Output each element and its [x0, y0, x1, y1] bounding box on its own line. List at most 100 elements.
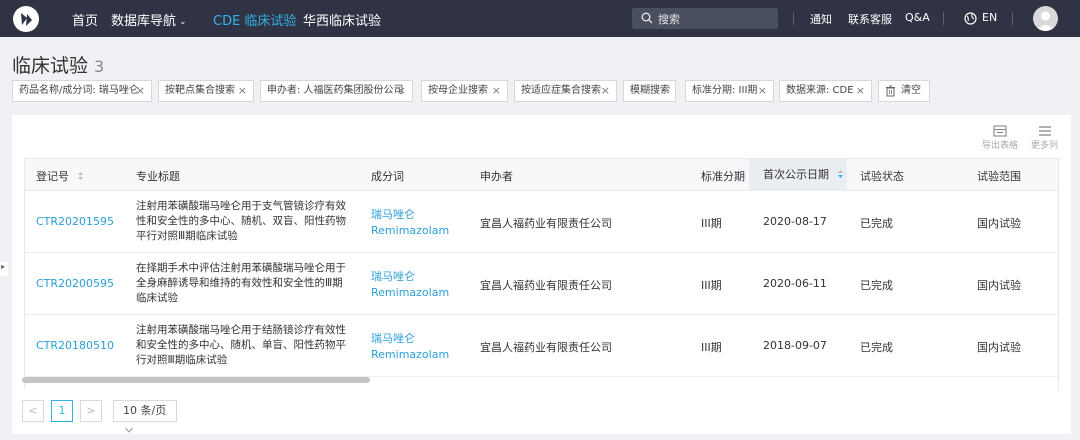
trial-title: 在择期手术中评估注射用苯磺酸瑞马唑仑用于全身麻醉诱导和维持的有效性和安全性的Ⅲ期… — [136, 262, 346, 304]
close-icon[interactable]: × — [238, 81, 247, 101]
page-title: 临床试验 3 — [12, 51, 104, 78]
trial-status: 已完成 — [860, 217, 893, 230]
filter-chip[interactable]: 申办者: 人福医药集团股份公司 × — [260, 80, 413, 102]
globe-icon[interactable] — [964, 12, 977, 25]
nav-qa[interactable]: Q&A — [905, 11, 930, 24]
trial-status: 已完成 — [860, 279, 893, 292]
filter-chip[interactable]: 按适应症集合搜索 × — [514, 80, 617, 102]
filter-chip-label: 标准分期: III期 — [692, 85, 758, 96]
column-header-status: 试验状态 — [860, 170, 904, 183]
close-icon[interactable]: × — [856, 81, 865, 101]
user-icon — [1036, 11, 1055, 31]
nav-home[interactable]: 首页 — [72, 10, 98, 29]
column-header-scope: 试验范围 — [977, 170, 1021, 183]
nav-cde-trials[interactable]: CDE 临床试验 — [213, 10, 296, 29]
table-row[interactable]: CTR20200595 在择期手术中评估注射用苯磺酸瑞马唑仑用于全身麻醉诱导和维… — [25, 253, 1058, 315]
close-icon[interactable]: × — [136, 81, 145, 101]
export-table-icon — [993, 125, 1007, 137]
prev-page-button[interactable]: < — [22, 400, 44, 422]
table-row[interactable]: CTR20201595 注射用苯磺酸瑞马唑仑用于支气管镜诊疗有效性和安全性的多中… — [25, 191, 1058, 253]
page-1-button[interactable]: 1 — [51, 400, 73, 422]
component-link-en[interactable]: Remimazolam — [371, 347, 449, 362]
language-switch[interactable]: EN — [982, 11, 997, 24]
more-columns-label: 更多列 — [1031, 141, 1059, 151]
close-icon[interactable]: × — [601, 81, 610, 101]
trial-title: 注射用苯磺酸瑞马唑仑用于结肠镜诊疗有效性和安全性的多中心、随机、单盲、阳性药物平… — [136, 324, 346, 366]
publish-date: 2020-06-11 — [763, 277, 827, 290]
sponsor: 宜昌人福药业有限责任公司 — [480, 217, 612, 230]
trash-icon — [886, 85, 895, 97]
search-icon — [641, 12, 653, 24]
nav-divider — [793, 12, 794, 25]
search-box[interactable]: 搜索 — [632, 8, 778, 29]
sort-icon[interactable] — [77, 171, 84, 181]
avatar[interactable] — [1033, 6, 1058, 31]
list-icon — [1038, 126, 1051, 136]
component-link-en[interactable]: Remimazolam — [371, 223, 449, 238]
page-size-select[interactable]: 10 条/页 — [113, 400, 177, 433]
component-link-cn[interactable]: 瑞马唑仑 — [371, 207, 415, 222]
nav-database-label: 数据库导航 — [111, 14, 177, 29]
sort-descending-icon[interactable] — [837, 169, 844, 179]
column-header-sponsor: 申办者 — [480, 170, 513, 183]
component-link-cn[interactable]: 瑞马唑仑 — [371, 269, 415, 284]
filter-chip[interactable]: 药品名称/成分词: 瑞马唑仑 × — [12, 80, 152, 102]
filter-chip-label: 数据来源: CDE — [786, 85, 854, 96]
filter-chip[interactable]: 标准分期: III期 × — [685, 80, 774, 102]
column-header-label: 登记号 — [36, 170, 69, 183]
trial-id-link[interactable]: CTR20200595 — [36, 277, 114, 290]
filter-chip[interactable]: 模糊搜索 — [623, 80, 676, 102]
trial-scope: 国内试验 — [977, 217, 1021, 230]
column-header-date[interactable]: 首次公示日期 — [749, 159, 847, 190]
table-row[interactable]: CTR20180510 注射用苯磺酸瑞马唑仑用于结肠镜诊疗有效性和安全性的多中心… — [25, 315, 1058, 377]
horizontal-scrollbar[interactable] — [22, 377, 370, 383]
publish-date: 2018-09-07 — [763, 339, 827, 352]
column-header-component: 成分词 — [371, 170, 404, 183]
phase: III期 — [701, 217, 722, 230]
nav-database[interactable]: 数据库导航 ⌄ — [111, 10, 187, 29]
filter-chip-label: 申办者: 人福医药集团股份公司 — [267, 85, 404, 96]
clear-filters-button[interactable]: 清空 — [878, 80, 930, 102]
logo[interactable] — [13, 6, 39, 32]
column-header-id[interactable]: 登记号 — [36, 168, 84, 184]
sponsor: 宜昌人福药业有限责任公司 — [480, 341, 612, 354]
export-table-button[interactable]: 导出表格 — [982, 125, 1018, 151]
nav-divider — [1012, 12, 1013, 25]
phase: III期 — [701, 279, 722, 292]
close-icon[interactable]: × — [397, 81, 406, 101]
results-card: 导出表格 更多列 登记号 专业标题 成分词 申办者 标准分期 首次公示日期 试验… — [12, 115, 1071, 434]
filter-chip[interactable]: 数据来源: CDE × — [779, 80, 872, 102]
component-link-en[interactable]: Remimazolam — [371, 285, 449, 300]
nav-support[interactable]: 联系客服 — [848, 11, 892, 27]
filter-chip-label: 模糊搜索 — [630, 85, 670, 96]
logo-mark-icon — [14, 7, 38, 31]
trial-status: 已完成 — [860, 341, 893, 354]
trial-title: 注射用苯磺酸瑞马唑仑用于支气管镜诊疗有效性和安全性的多中心、随机、双盲、阳性药物… — [136, 200, 346, 242]
chevron-down-icon: ⌄ — [179, 17, 187, 27]
column-header-phase: 标准分期 — [701, 170, 745, 183]
column-header-label: 首次公示日期 — [763, 168, 829, 181]
nav-divider — [943, 12, 944, 25]
filter-chip-label: 药品名称/成分词: 瑞马唑仑 — [19, 85, 139, 96]
filter-chip-label: 按母企业搜索 — [428, 85, 488, 96]
nav-notifications[interactable]: 通知 — [810, 11, 832, 27]
trial-id-link[interactable]: CTR20201595 — [36, 215, 114, 228]
sidebar-expand-handle[interactable]: ▸ — [0, 262, 8, 276]
search-placeholder: 搜索 — [658, 13, 680, 26]
trials-table: 登记号 专业标题 成分词 申办者 标准分期 首次公示日期 试验状态 试验范围 C… — [24, 158, 1059, 389]
top-nav: 首页 数据库导航 ⌄ CDE 临床试验 华西临床试验 搜索 通知 联系客服 Q&A… — [0, 0, 1080, 37]
next-page-button[interactable]: > — [80, 400, 102, 422]
more-columns-button[interactable]: 更多列 — [1031, 125, 1058, 151]
close-icon[interactable]: × — [758, 81, 767, 101]
trial-id-link[interactable]: CTR20180510 — [36, 339, 114, 352]
export-table-label: 导出表格 — [982, 141, 1019, 151]
clear-filters-label: 清空 — [901, 85, 921, 96]
filter-chip[interactable]: 按母企业搜索 × — [421, 80, 508, 102]
result-count: 3 — [94, 57, 105, 76]
nav-huaxi-trials[interactable]: 华西临床试验 — [303, 10, 381, 29]
publish-date: 2020-08-17 — [763, 215, 827, 228]
component-link-cn[interactable]: 瑞马唑仑 — [371, 331, 415, 346]
close-icon[interactable]: × — [492, 81, 501, 101]
filter-chip[interactable]: 按靶点集合搜索 × — [158, 80, 254, 102]
phase: III期 — [701, 341, 722, 354]
